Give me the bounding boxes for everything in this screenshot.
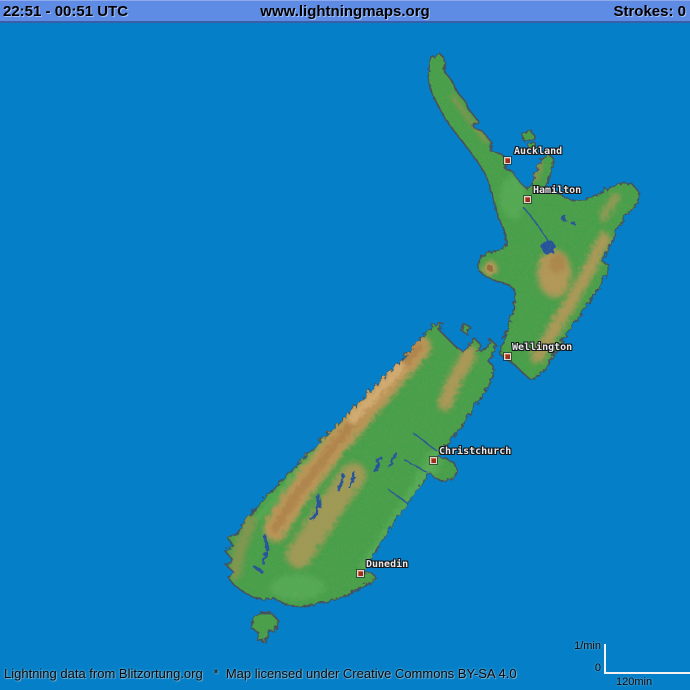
legend-y-axis bbox=[604, 644, 606, 673]
lightning-map[interactable] bbox=[0, 0, 690, 690]
site-title: www.lightningmaps.org bbox=[260, 3, 429, 20]
legend-ymin-label: 0 bbox=[560, 662, 601, 674]
city-marker-auckland bbox=[504, 157, 511, 164]
lightningmaps-app: 22:51 - 00:51 UTC www.lightningmaps.org … bbox=[0, 0, 690, 690]
city-label-dunedin: Dunedin bbox=[366, 559, 408, 570]
city-marker-hamilton bbox=[524, 196, 531, 203]
stroke-rate-legend: 1/min 0 120min bbox=[560, 636, 690, 690]
time-range: 22:51 - 00:51 UTC bbox=[3, 3, 128, 20]
city-marker-dunedin bbox=[357, 570, 364, 577]
legend-ymax-label: 1/min bbox=[560, 640, 601, 652]
city-marker-wellington bbox=[504, 353, 511, 360]
city-label-christchurch: Christchurch bbox=[439, 446, 511, 457]
city-label-wellington: Wellington bbox=[512, 342, 572, 353]
header-bar: 22:51 - 00:51 UTC www.lightningmaps.org … bbox=[0, 0, 690, 23]
attribution-text: Lightning data from Blitzortung.org * Ma… bbox=[4, 666, 517, 681]
city-label-hamilton: Hamilton bbox=[533, 185, 581, 196]
legend-x-label: 120min bbox=[616, 676, 652, 688]
strokes-counter: Strokes: 0 bbox=[613, 3, 686, 20]
city-marker-christchurch bbox=[430, 457, 437, 464]
legend-x-axis bbox=[604, 672, 690, 674]
city-label-auckland: Auckland bbox=[514, 146, 562, 157]
